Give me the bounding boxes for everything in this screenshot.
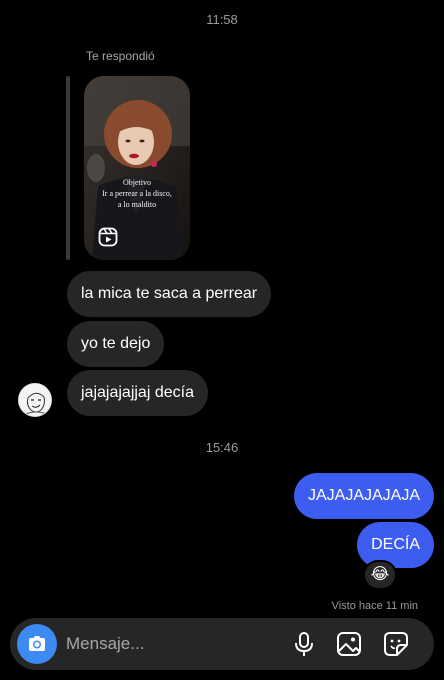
- gallery-icon[interactable]: [336, 631, 362, 657]
- avatar-sketch: [19, 384, 51, 416]
- seen-status: Visto hace 11 min: [331, 600, 418, 612]
- reel-caption: Objetivo Ir a perrear a la disco, a lo m…: [84, 177, 190, 210]
- incoming-message[interactable]: la mica te saca a perrear: [67, 271, 272, 317]
- camera-icon: [29, 636, 45, 651]
- camera-button[interactable]: [17, 624, 57, 664]
- shared-reel-thumbnail[interactable]: Objetivo Ir a perrear a la disco, a lo m…: [84, 76, 190, 260]
- outgoing-message[interactable]: DECÍA: [357, 522, 434, 568]
- message-input[interactable]: [66, 618, 266, 670]
- reels-icon: [98, 227, 118, 247]
- reply-indicator-bar: [66, 76, 70, 260]
- outgoing-message[interactable]: JAJAJAJAJAJA: [293, 473, 434, 519]
- incoming-message[interactable]: yo te dejo: [67, 321, 165, 367]
- contact-avatar[interactable]: [18, 383, 52, 417]
- reply-label: Te respondió: [86, 49, 155, 63]
- timestamp: 15:46: [205, 440, 239, 455]
- timestamp: 11:58: [206, 12, 238, 27]
- message-composer: [10, 618, 434, 670]
- reel-caption-line: Objetivo: [123, 178, 151, 187]
- microphone-icon[interactable]: [291, 631, 317, 657]
- incoming-message[interactable]: jajajajajjaj decía: [67, 370, 208, 416]
- sticker-icon[interactable]: [383, 631, 409, 657]
- reel-caption-line: Ir a perrear a la disco,: [102, 189, 172, 198]
- reaction-badge[interactable]: 😂: [363, 560, 397, 590]
- reel-caption-line: a lo maldito: [117, 200, 157, 209]
